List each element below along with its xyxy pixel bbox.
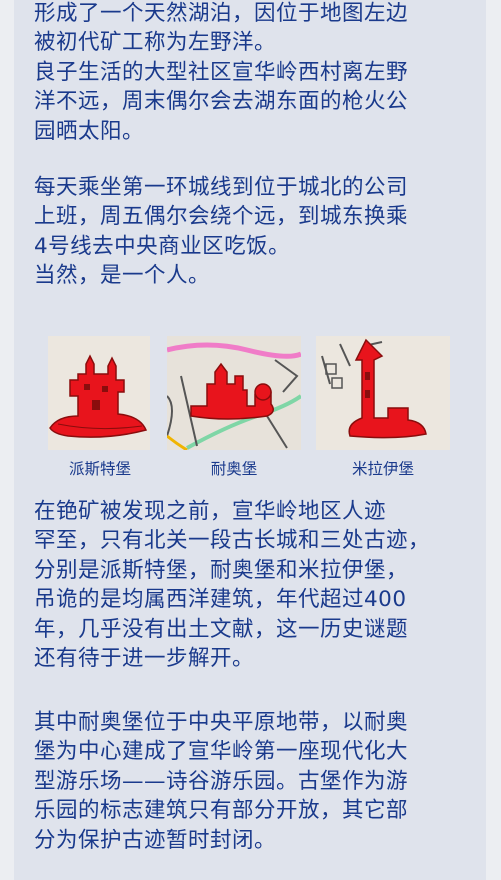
text-line: 洋不远，周末偶尔会去湖东面的枪火公 [34, 89, 409, 115]
caption-milai: 米拉伊堡 [351, 460, 414, 478]
castle-image-milai[interactable] [316, 336, 450, 450]
left-margin [0, 0, 14, 880]
caption-paister: 派斯特堡 [68, 460, 131, 478]
text-line: 年，几乎没有出土文献，这一历史谜题 [34, 616, 409, 642]
paragraph-amusement-park: 其中耐奥堡位于中央平原地带，以耐奥 堡为中心建成了宣华岭第一座现代化大 型游乐场… [34, 708, 479, 855]
text-line: 上班，周五偶尔会绕个远，到城东换乘 [34, 204, 409, 230]
castle-icon [48, 336, 150, 450]
text-line: 吊诡的是均属西洋建筑，年代超过400 [34, 587, 407, 613]
castle-with-map-icon [167, 336, 301, 450]
paragraph-lake: 形成了一个天然湖泊，因位于地图左边 被初代矿工称为左野洋。 良子生活的大型社区宣… [34, 0, 479, 146]
text-line: 良子生活的大型社区宣华岭西村离左野 [34, 59, 409, 85]
text-line: 4号线去中央商业区吃饭。 [34, 233, 291, 259]
text-line: 分别是派斯特堡，耐奥堡和米拉伊堡， [34, 557, 409, 583]
text-line: 在铯矿被发现之前，宣华岭地区人迹 [34, 499, 387, 524]
text-line: 乐园的标志建筑只有部分开放，其它部 [34, 798, 409, 824]
castle-image-paister[interactable] [48, 336, 150, 450]
caption-naiao: 耐奥堡 [210, 460, 258, 478]
article-card: 形成了一个天然湖泊，因位于地图左边 被初代矿工称为左野洋。 良子生活的大型社区宣… [14, 0, 486, 880]
tower-icon [316, 336, 450, 450]
text-line: 其中耐奥堡位于中央平原地带，以耐奥 [34, 710, 409, 735]
castle-image-naiao[interactable] [167, 336, 301, 450]
castle-gallery: 派斯特堡 耐奥堡 米拉伊堡 [14, 336, 486, 486]
paragraph-history: 在铯矿被发现之前，宣华岭地区人迹 罕至，只有北关一段古长城和三处古迹， 分别是派… [34, 497, 479, 673]
text-line: 形成了一个天然湖泊，因位于地图左边 [34, 1, 409, 26]
text-line: 还有待于进一步解开。 [34, 646, 255, 672]
right-margin [486, 0, 501, 880]
text-line: 分为保护古迹暂时封闭。 [34, 827, 277, 853]
text-line: 罕至，只有北关一段古长城和三处古迹， [34, 528, 431, 554]
text-line: 堡为中心建成了宣华岭第一座现代化大 [34, 739, 409, 765]
paragraph-commute: 每天乘坐第一环城线到位于城北的公司 上班，周五偶尔会绕个远，到城东换乘 4号线去… [34, 173, 479, 291]
text-line: 被初代矿工称为左野洋。 [34, 30, 277, 56]
text-line: 型游乐场——诗谷游乐园。古堡作为游 [34, 768, 409, 794]
text-line: 当然，是一个人。 [34, 263, 211, 289]
text-line: 每天乘坐第一环城线到位于城北的公司 [34, 175, 409, 200]
text-line: 园晒太阳。 [34, 118, 145, 144]
